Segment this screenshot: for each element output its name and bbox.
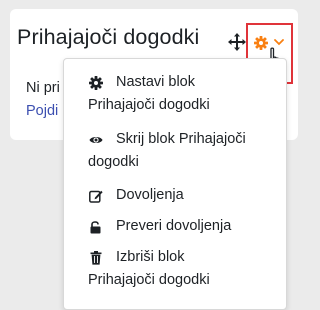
block-body-text: Ni pri [26,80,60,96]
menu-item-label: Preveri dovoljenja [116,218,232,234]
menu-item-label: Prihajajoči dogodki [88,97,210,113]
menu-item-label: Izbriši blok [116,249,185,265]
unlock-icon [90,221,101,234]
edit-icon [89,190,103,203]
menu-item-hide-block[interactable]: Skrij blok Prihajajoči dogodki [64,131,286,177]
menu-item-check-permissions[interactable]: Preveri dovoljenja [64,218,286,240]
eye-icon [89,137,103,143]
block-actions-dropdown: Nastavi blok Prihajajoči dogodki Skrij b… [63,58,287,310]
move-icon[interactable] [228,33,246,51]
menu-item-label: dogodki [88,154,139,170]
menu-item-label: Prihajajoči dogodki [88,272,210,288]
trash-icon [90,251,102,265]
menu-item-configure-block[interactable]: Nastavi blok Prihajajoči dogodki [64,74,286,120]
menu-item-permissions[interactable]: Dovoljenja [64,187,286,209]
block-body-link[interactable]: Pojdi [26,103,58,119]
gear-icon [89,76,103,90]
block-title: Prihajajoči dogodki [17,25,200,49]
menu-item-label: Dovoljenja [116,187,184,203]
menu-item-label: Skrij blok Prihajajoči [116,131,246,147]
chevron-down-icon[interactable] [274,39,284,46]
menu-item-delete-block[interactable]: Izbriši blok Prihajajoči dogodki [64,249,286,295]
menu-item-label: Nastavi blok [116,74,195,90]
